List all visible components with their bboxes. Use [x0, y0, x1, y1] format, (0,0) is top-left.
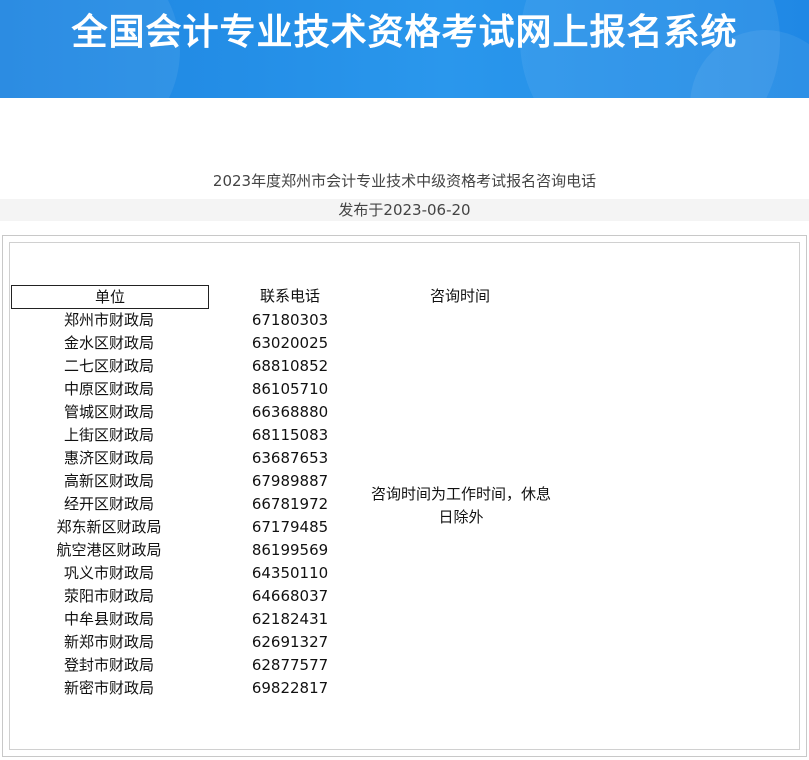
phone-cell: 62691327 — [251, 633, 329, 651]
unit-cell: 高新区财政局 — [63, 472, 154, 490]
table-row: 中牟县财政局 62182431 — [0, 608, 400, 631]
table-row: 航空港区财政局 86199569 — [0, 539, 400, 562]
unit-cell: 新郑市财政局 — [63, 633, 154, 651]
unit-cell: 二七区财政局 — [63, 357, 154, 375]
phone-cell: 64668037 — [251, 587, 329, 605]
phone-cell: 64350110 — [251, 564, 329, 582]
table-row: 新郑市财政局 62691327 — [0, 631, 400, 654]
phone-cell: 62877577 — [251, 656, 329, 674]
table-row: 惠济区财政局 63687653 — [0, 447, 400, 470]
column-header-time: 咨询时间 — [429, 287, 490, 305]
phone-cell: 66368880 — [251, 403, 329, 421]
phone-cell: 63020025 — [251, 334, 329, 352]
unit-cell: 金水区财政局 — [63, 334, 154, 352]
table-row: 高新区财政局 67989887 — [0, 470, 400, 493]
table-row: 新密市财政局 69822817 — [0, 677, 400, 700]
unit-cell: 中牟县财政局 — [63, 610, 154, 628]
unit-cell: 航空港区财政局 — [56, 541, 162, 559]
consult-time-note: 咨询时间为工作时间，休息日除外 — [370, 485, 551, 526]
phone-cell: 67989887 — [251, 472, 329, 490]
contact-table-body: 郑州市财政局 67180303 金水区财政局 63020025 二七区财政局 688108… — [0, 309, 400, 700]
phone-cell: 86199569 — [251, 541, 329, 559]
site-header: 全国会计专业技术资格考试网上报名系统 — [0, 0, 809, 98]
column-header-unit: 单位 — [11, 285, 209, 309]
phone-cell: 66781972 — [251, 495, 329, 513]
unit-cell: 郑州市财政局 — [63, 311, 154, 329]
phone-cell: 62182431 — [251, 610, 329, 628]
unit-cell: 上街区财政局 — [63, 426, 154, 444]
table-row: 金水区财政局 63020025 — [0, 332, 400, 355]
unit-cell: 管城区财政局 — [63, 403, 154, 421]
unit-cell: 巩义市财政局 — [63, 564, 154, 582]
table-row: 中原区财政局 86105710 — [0, 378, 400, 401]
table-row: 二七区财政局 68810852 — [0, 355, 400, 378]
table-row: 巩义市财政局 64350110 — [0, 562, 400, 585]
unit-cell: 新密市财政局 — [63, 679, 154, 697]
table-row: 上街区财政局 68115083 — [0, 424, 400, 447]
phone-cell: 67179485 — [251, 518, 329, 536]
table-row: 郑东新区财政局 67179485 — [0, 516, 400, 539]
publish-date: 发布于2023-06-20 — [0, 199, 809, 221]
phone-cell: 63687653 — [251, 449, 329, 467]
phone-cell: 68115083 — [251, 426, 329, 444]
unit-cell: 中原区财政局 — [63, 380, 154, 398]
table-row: 管城区财政局 66368880 — [0, 401, 400, 424]
phone-cell: 67180303 — [251, 311, 329, 329]
article-title: 2023年度郑州市会计专业技术中级资格考试报名咨询电话 — [212, 172, 597, 190]
table-row: 荥阳市财政局 64668037 — [0, 585, 400, 608]
unit-cell: 经开区财政局 — [63, 495, 154, 513]
unit-cell: 登封市财政局 — [63, 656, 154, 674]
table-row: 登封市财政局 62877577 — [0, 654, 400, 677]
unit-cell: 郑东新区财政局 — [56, 518, 162, 536]
site-title: 全国会计专业技术资格考试网上报名系统 — [71, 12, 738, 53]
table-row: 郑州市财政局 67180303 — [0, 309, 400, 332]
phone-cell: 69822817 — [251, 679, 329, 697]
phone-cell: 68810852 — [251, 357, 329, 375]
unit-cell: 惠济区财政局 — [63, 449, 154, 467]
phone-cell: 86105710 — [251, 380, 329, 398]
unit-cell: 荥阳市财政局 — [63, 587, 154, 605]
table-row: 经开区财政局 66781972 — [0, 493, 400, 516]
column-header-phone: 联系电话 — [259, 287, 320, 305]
